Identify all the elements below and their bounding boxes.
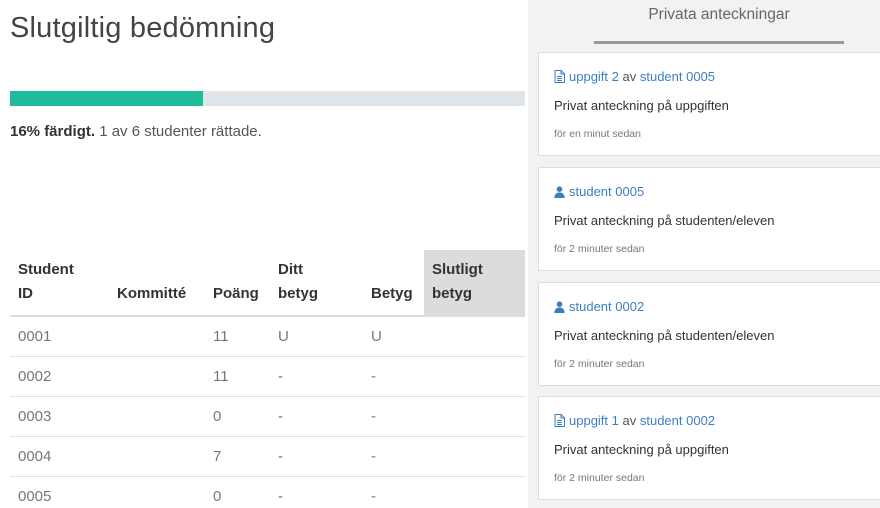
- cell-poang: 0: [205, 395, 270, 436]
- note-timestamp: för 2 minuter sedan: [554, 358, 645, 370]
- cell-slutligt-betyg[interactable]: [424, 395, 525, 436]
- cell-slutligt-betyg[interactable]: [424, 435, 525, 476]
- cell-poang: 11: [205, 355, 270, 396]
- note-header: uppgift 1 av student 0002: [554, 413, 715, 430]
- page-title: Slutgiltig bedömning: [10, 12, 276, 44]
- cell-student-id: 0005: [10, 475, 109, 508]
- file-icon: [554, 414, 565, 430]
- note-header: uppgift 2 av student 0005: [554, 69, 715, 86]
- header-betyg[interactable]: Betyg: [363, 250, 424, 317]
- note-assignment-link[interactable]: uppgift 2: [569, 69, 619, 84]
- note-body: Privat anteckning på studenten/eleven: [554, 328, 775, 343]
- cell-betyg: -: [363, 395, 424, 436]
- cell-betyg: -: [363, 355, 424, 396]
- cell-slutligt-betyg[interactable]: [424, 355, 525, 396]
- note-body: Privat anteckning på uppgiften: [554, 98, 729, 113]
- note-header: student 0005: [554, 184, 644, 201]
- table-row[interactable]: 0001 11 U U: [10, 316, 525, 356]
- note-separator: av: [622, 413, 637, 428]
- cell-student-id: 0003: [10, 395, 109, 436]
- note-card: uppgift 1 av student 0002 Privat anteckn…: [538, 396, 880, 500]
- cell-poang: 0: [205, 475, 270, 508]
- note-card: uppgift 2 av student 0005 Privat anteckn…: [538, 52, 880, 156]
- cell-ditt-betyg: -: [270, 435, 363, 476]
- cell-ditt-betyg: U: [278, 327, 289, 345]
- cell-ditt-betyg: -: [270, 475, 363, 508]
- grades-table: Student ID Kommitté Poäng Ditt betyg Betyg…: [10, 250, 525, 508]
- private-notes-sidebar: Privata anteckningar uppgift 2 av studen…: [528, 0, 880, 508]
- note-card: student 0005 Privat anteckning på studen…: [538, 167, 880, 271]
- cell-betyg: -: [363, 435, 424, 476]
- note-header: student 0002: [554, 299, 644, 316]
- cell-kommitte: [109, 316, 205, 356]
- cell-poang: 11: [213, 327, 229, 345]
- user-icon: [554, 301, 565, 316]
- cell-student-id: 0004: [10, 435, 109, 476]
- note-student-link[interactable]: student 0002: [569, 299, 644, 314]
- note-timestamp: för en minut sedan: [554, 128, 641, 140]
- header-poang[interactable]: Poäng: [205, 250, 270, 317]
- note-timestamp: för 2 minuter sedan: [554, 472, 645, 484]
- note-student-link[interactable]: student 0002: [640, 413, 715, 428]
- header-student-id[interactable]: Student ID: [10, 250, 109, 317]
- progress-detail-label: 1 av 6 studenter rättade.: [99, 123, 262, 140]
- file-icon: [554, 70, 565, 86]
- cell-poang: 7: [205, 435, 270, 476]
- cell-kommitte: [109, 435, 205, 476]
- table-row[interactable]: 0004 7 - -: [10, 435, 525, 476]
- note-student-link[interactable]: student 0005: [569, 184, 644, 199]
- cell-kommitte: [109, 395, 205, 436]
- user-icon: [554, 186, 565, 201]
- header-slutligt-betyg[interactable]: Slutligt betyg: [424, 250, 525, 317]
- table-row[interactable]: 0005 0 - -: [10, 475, 525, 508]
- note-separator: av: [622, 69, 637, 84]
- cell-student-id: 0002: [10, 355, 109, 396]
- cell-kommitte: [109, 355, 205, 396]
- main-panel: Slutgiltig bedömning 16% färdigt. 1 av 6…: [0, 0, 528, 508]
- progress-text: 16% färdigt. 1 av 6 studenter rättade.: [10, 123, 262, 140]
- cell-slutligt-betyg[interactable]: [424, 316, 525, 356]
- header-kommitte[interactable]: Kommitté: [109, 250, 205, 317]
- table-header-row: Student ID Kommitté Poäng Ditt betyg Betyg…: [10, 250, 525, 317]
- sidebar-title-underline: [594, 41, 844, 44]
- header-ditt-betyg[interactable]: Ditt betyg: [270, 250, 363, 317]
- cell-kommitte: [109, 475, 205, 508]
- note-card: student 0002 Privat anteckning på studen…: [538, 282, 880, 386]
- table-row[interactable]: 0003 0 - -: [10, 395, 525, 436]
- progress-bar: [10, 91, 525, 106]
- cell-betyg: U: [371, 327, 382, 345]
- cell-student-id: 0001: [18, 327, 52, 345]
- note-student-link[interactable]: student 0005: [640, 69, 715, 84]
- progress-bar-fill: [10, 91, 204, 106]
- note-timestamp: för 2 minuter sedan: [554, 243, 645, 255]
- cell-ditt-betyg: -: [270, 355, 363, 396]
- note-body: Privat anteckning på studenten/eleven: [554, 213, 775, 228]
- cell-ditt-betyg: -: [270, 395, 363, 436]
- sidebar-title: Privata anteckningar: [648, 6, 790, 23]
- cell-betyg: -: [363, 475, 424, 508]
- progress-percent-label: 16% färdigt.: [10, 123, 96, 140]
- note-assignment-link[interactable]: uppgift 1: [569, 413, 619, 428]
- cell-slutligt-betyg[interactable]: [424, 475, 525, 508]
- note-body: Privat anteckning på uppgiften: [554, 442, 729, 457]
- table-row[interactable]: 0002 11 - -: [10, 355, 525, 396]
